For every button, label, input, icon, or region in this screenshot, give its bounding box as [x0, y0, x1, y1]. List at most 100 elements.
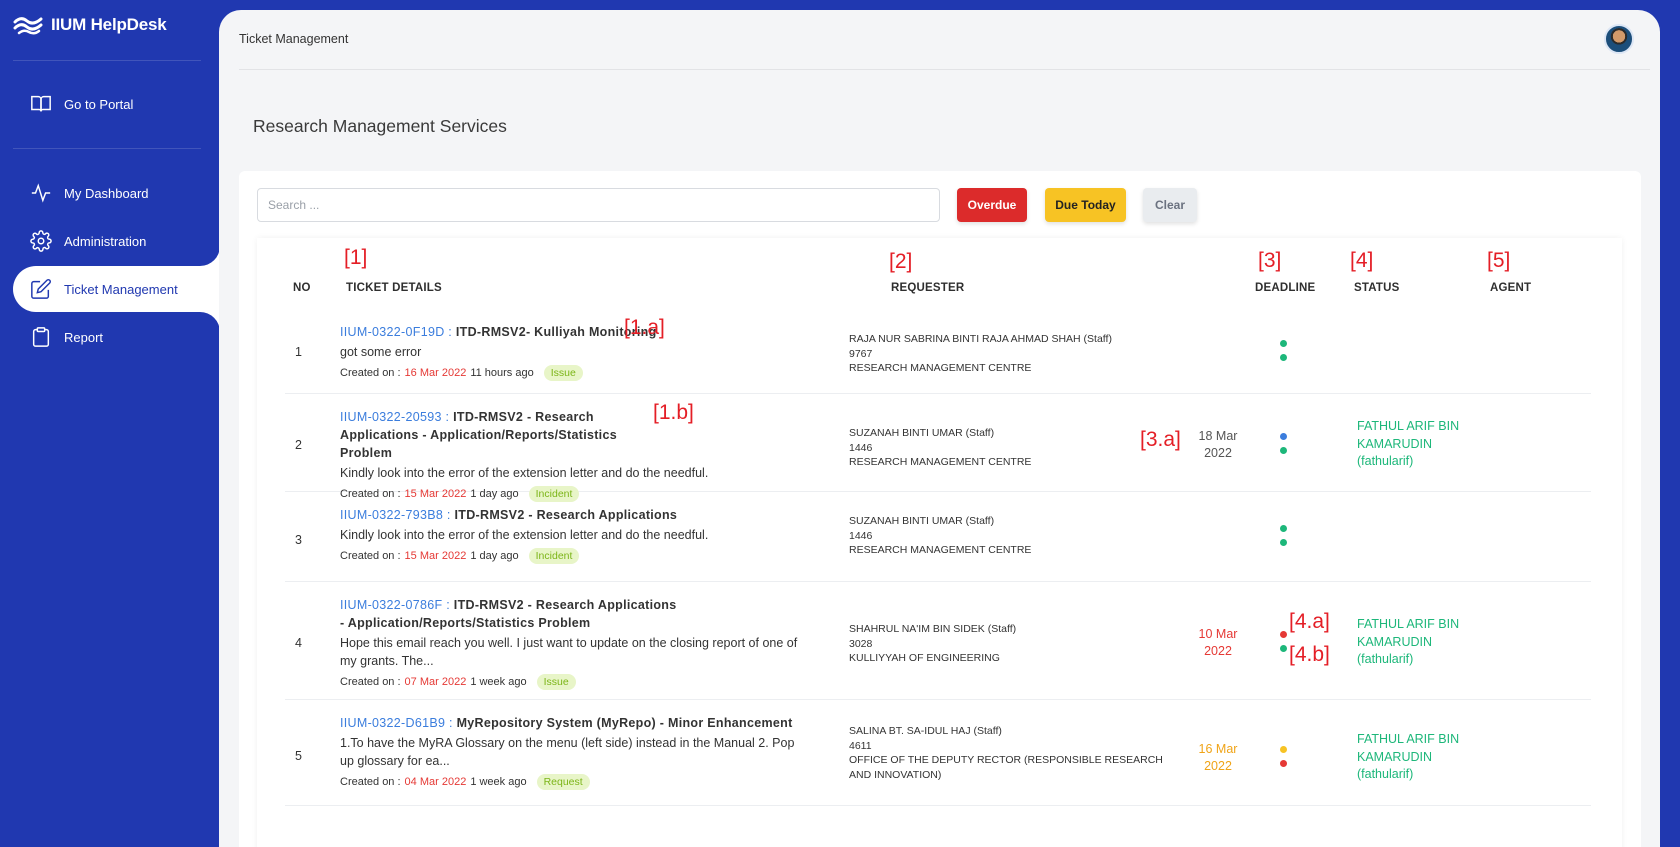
avatar[interactable]	[1604, 24, 1634, 54]
status-dot	[1280, 746, 1287, 753]
created-date: 15 Mar 2022	[404, 550, 467, 562]
requester-name: SALINA BT. SA-IDUL HAJ (Staff)	[849, 725, 1002, 737]
created-date: 07 Mar 2022	[404, 676, 467, 688]
sidebar-item-report[interactable]: Report	[13, 314, 220, 360]
ticket-table: [1] [2] [3] [4] [5] NO TICKET DETAILS RE…	[257, 238, 1622, 847]
ticket-description: Kindly look into the error of the extens…	[340, 528, 709, 542]
annotation-label: [3.a]	[1140, 428, 1181, 451]
table-row[interactable]: 3 IIUM-0322-793B8 : ITD-RMSV2 - Research…	[285, 496, 1591, 582]
ticket-id-link[interactable]: IIUM-0322-0786F :	[340, 598, 450, 612]
annotation-label: [4]	[1350, 249, 1374, 272]
deadline: 10 Mar 2022	[1183, 626, 1253, 660]
table-row[interactable]: 1 IIUM-0322-0F19D : ITD-RMSV2- Kulliyah …	[285, 308, 1591, 394]
requester: RAJA NUR SABRINA BINTI RAJA AHMAD SHAH (…	[849, 332, 1169, 376]
main-content: Ticket Management Research Management Se…	[219, 10, 1660, 847]
table-row[interactable]: 2 IIUM-0322-20593 : ITD-RMSV2 - Research…	[285, 398, 1591, 502]
column-header-status[interactable]: STATUS	[1354, 282, 1400, 294]
row-number: 2	[295, 438, 302, 452]
requester: SALINA BT. SA-IDUL HAJ (Staff) 4611 OFFI…	[849, 724, 1169, 782]
topbar: Ticket Management	[239, 10, 1650, 70]
row-number: 1	[295, 345, 302, 359]
app-name: IIUM HelpDesk	[51, 15, 167, 34]
gear-icon	[30, 230, 52, 252]
created-label: Created on :	[340, 367, 401, 379]
sidebar-item-administration[interactable]: Administration	[13, 218, 220, 264]
ticket-details: IIUM-0322-D61B9 : MyRepository System (M…	[340, 714, 810, 790]
agent-username: (fathularif)	[1357, 454, 1414, 468]
sidebar-item-my-dashboard[interactable]: My Dashboard	[13, 170, 220, 216]
requester-dept: RESEARCH MANAGEMENT CENTRE	[849, 362, 1032, 374]
created-ago: 1 day ago	[470, 550, 519, 562]
created-date: 04 Mar 2022	[404, 776, 467, 788]
ticket-id-link[interactable]: IIUM-0322-793B8 :	[340, 508, 451, 522]
annotation-label: [1]	[344, 246, 368, 269]
column-header-requester[interactable]: REQUESTER	[891, 282, 964, 294]
deadline: 18 Mar 2022	[1183, 428, 1253, 462]
deadline-year: 2022	[1204, 446, 1232, 460]
column-header-deadline[interactable]: DEADLINE	[1255, 282, 1315, 294]
created-date: 16 Mar 2022	[404, 367, 467, 379]
activity-icon	[31, 183, 51, 203]
tickets-card: Overdue Due Today Clear [1] [2] [3] [4] …	[239, 171, 1641, 847]
type-badge: Issue	[536, 674, 576, 690]
ticket-id-link[interactable]: IIUM-0322-D61B9 :	[340, 716, 453, 730]
created-ago: 11 hours ago	[470, 367, 534, 379]
status-dot	[1280, 539, 1287, 546]
created-label: Created on :	[340, 776, 401, 788]
table-row[interactable]: 5 IIUM-0322-D61B9 : MyRepository System …	[285, 704, 1591, 806]
ticket-description: got some error	[340, 345, 422, 359]
requester-name: SUZANAH BINTI UMAR (Staff)	[849, 515, 995, 527]
ticket-id-link[interactable]: IIUM-0322-0F19D :	[340, 325, 452, 339]
overdue-button[interactable]: Overdue	[957, 188, 1027, 222]
agent-name-line2: KAMARUDIN	[1357, 634, 1433, 649]
page-title: Research Management Services	[253, 116, 507, 136]
requester: SUZANAH BINTI UMAR (Staff) 1446 RESEARCH…	[849, 514, 1169, 558]
type-badge: Request	[536, 774, 590, 790]
agent[interactable]: FATHUL ARIF BIN KAMARUDIN (fathularif)	[1357, 418, 1497, 471]
ticket-title: MyRepository System (MyRepo) - Minor Enh…	[456, 716, 793, 730]
ticket-id-link[interactable]: IIUM-0322-20593 :	[340, 410, 449, 424]
clear-button[interactable]: Clear	[1143, 188, 1197, 222]
agent[interactable]: FATHUL ARIF BIN KAMARUDIN (fathularif)	[1357, 731, 1497, 784]
requester: SHAHRUL NA'IM BIN SIDEK (Staff) 3028 KUL…	[849, 622, 1169, 666]
ticket-details: IIUM-0322-0F19D : ITD-RMSV2- Kulliyah Mo…	[340, 323, 830, 381]
status-indicators	[1280, 433, 1287, 461]
ticket-description: Kindly look into the error of the extens…	[340, 466, 709, 480]
status-indicators	[1280, 631, 1287, 659]
agent-username: (fathularif)	[1357, 652, 1414, 666]
ticket-details: IIUM-0322-0786F : ITD-RMSV2 - Research A…	[340, 596, 810, 690]
sidebar-item-go-to-portal[interactable]: Go to Portal	[13, 81, 220, 127]
edit-icon	[31, 279, 51, 299]
annotation-label: [4.a]	[1289, 610, 1330, 633]
search-input[interactable]	[257, 188, 940, 222]
annotation-label: [5]	[1487, 249, 1511, 272]
type-badge: Issue	[543, 365, 583, 381]
requester-dept: RESEARCH MANAGEMENT CENTRE	[849, 544, 1032, 556]
sidebar-item-label: Report	[64, 329, 104, 345]
column-header-ticket-details[interactable]: TICKET DETAILS	[346, 282, 442, 294]
agent-name-line2: KAMARUDIN	[1357, 749, 1433, 764]
agent[interactable]: FATHUL ARIF BIN KAMARUDIN (fathularif)	[1357, 616, 1497, 669]
breadcrumb: Ticket Management	[239, 32, 349, 46]
sidebar-item-label: Ticket Management	[64, 281, 178, 297]
brand[interactable]: IIUM HelpDesk	[13, 14, 167, 36]
column-header-no[interactable]: NO	[293, 282, 311, 294]
status-indicators	[1280, 525, 1287, 553]
deadline-day: 16 Mar	[1198, 742, 1238, 756]
requester-ext: 1446	[849, 529, 873, 542]
due-today-button[interactable]: Due Today	[1045, 188, 1126, 222]
deadline-day: 10 Mar	[1198, 627, 1238, 641]
column-header-agent[interactable]: AGENT	[1490, 282, 1531, 294]
ticket-details: IIUM-0322-793B8 : ITD-RMSV2 - Research A…	[340, 506, 830, 564]
ticket-details: IIUM-0322-20593 : ITD-RMSV2 - Research A…	[340, 408, 708, 502]
agent-name: FATHUL ARIF BIN	[1357, 617, 1460, 631]
status-dot	[1280, 340, 1287, 347]
status-indicators	[1280, 746, 1287, 774]
sidebar-divider	[13, 148, 201, 149]
requester-ext: 1446	[849, 441, 873, 454]
status-dot	[1280, 760, 1287, 767]
agent-name: FATHUL ARIF BIN	[1357, 732, 1460, 746]
table-row[interactable]: 4 IIUM-0322-0786F : ITD-RMSV2 - Research…	[285, 586, 1591, 700]
status-dot	[1280, 447, 1287, 454]
sidebar-item-ticket-management[interactable]: Ticket Management	[13, 266, 220, 312]
